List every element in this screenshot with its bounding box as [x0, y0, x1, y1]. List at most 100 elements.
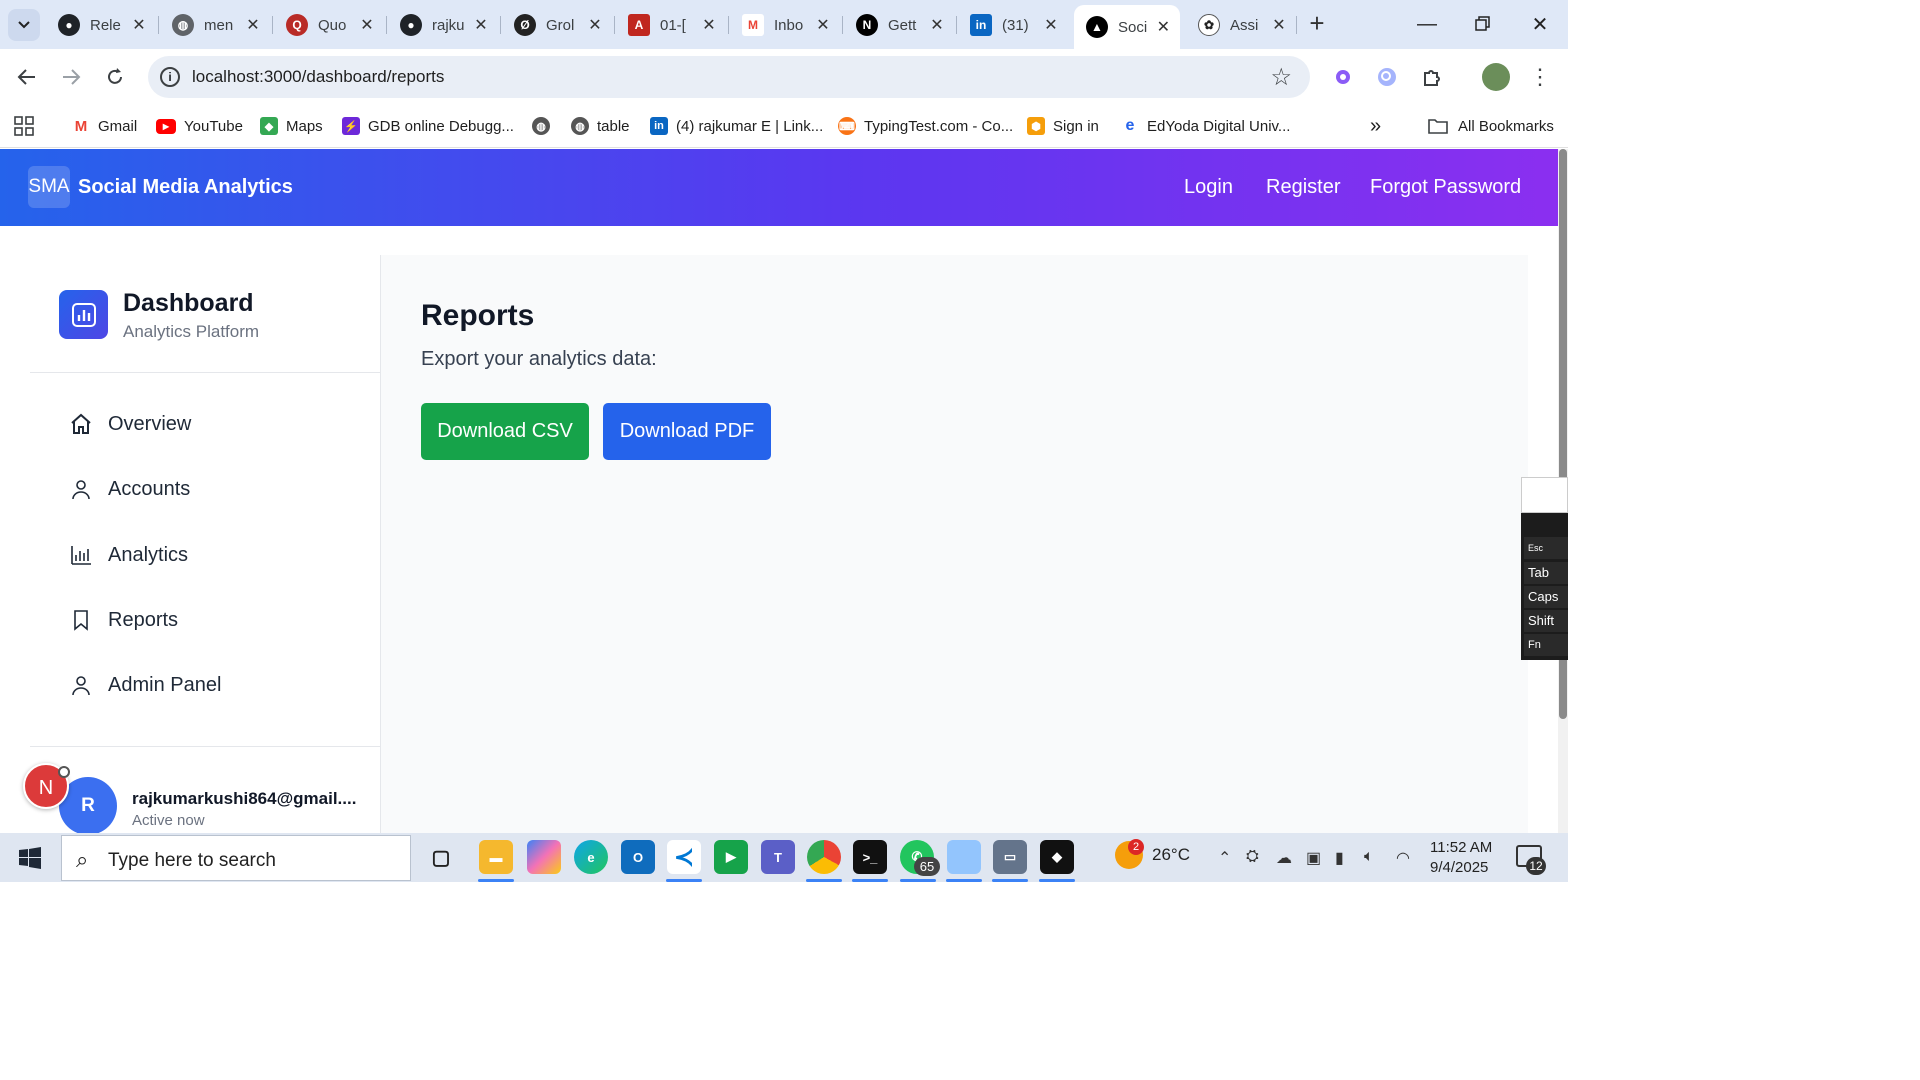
site-info-icon[interactable]: i: [160, 67, 180, 87]
browser-tab[interactable]: N Gett ✕: [844, 7, 954, 43]
browser-tab[interactable]: Q Quo ✕: [274, 7, 384, 43]
remote-desktop-icon[interactable]: ▭: [993, 840, 1027, 874]
browser-tab[interactable]: M Inbo ✕: [730, 7, 840, 43]
taskbar-search-box[interactable]: ⌕ Type here to search: [61, 835, 411, 881]
meet-now-icon[interactable]: ▣: [1306, 848, 1321, 868]
browser-tab[interactable]: A 01-[ ✕: [616, 7, 726, 43]
sidebar-item-accounts[interactable]: Accounts: [59, 465, 359, 513]
forward-button[interactable]: [55, 61, 87, 93]
keyboard-key-caps[interactable]: Caps: [1524, 586, 1568, 608]
vscode-icon[interactable]: ≺: [667, 840, 701, 874]
cloud-icon[interactable]: ☁: [1276, 848, 1292, 868]
reload-button[interactable]: [99, 61, 131, 93]
outlook-icon[interactable]: O: [621, 840, 655, 874]
bookmark-youtube[interactable]: ▶ YouTube: [156, 113, 243, 139]
reload-icon: [108, 68, 122, 84]
taskbar-clock[interactable]: 11:52 AM 9/4/2025: [1430, 838, 1492, 878]
brand-name[interactable]: Social Media Analytics: [78, 176, 293, 199]
sidebar-item-reports[interactable]: Reports: [59, 596, 359, 644]
bookmark-edyoda[interactable]: e EdYoda Digital Univ...: [1121, 113, 1290, 139]
nav-login-link[interactable]: Login: [1184, 176, 1233, 199]
browser-tab[interactable]: in (31) ✕: [958, 7, 1068, 43]
volume-icon[interactable]: 🔈︎: [1364, 848, 1374, 866]
weather-temperature[interactable]: 26°C: [1152, 845, 1190, 865]
close-tab-icon[interactable]: ✕: [1270, 16, 1288, 34]
browser-tab[interactable]: ◍ men ✕: [160, 7, 270, 43]
close-tab-icon[interactable]: ✕: [814, 16, 832, 34]
bookmark-icon: [67, 606, 95, 634]
terminal-icon[interactable]: >_: [853, 840, 887, 874]
copilot-icon[interactable]: [527, 840, 561, 874]
browser-tab[interactable]: ● Rele ✕: [46, 7, 156, 43]
sidebar-item-analytics[interactable]: Analytics: [59, 531, 359, 579]
bookmark-maps[interactable]: ◆ Maps: [260, 113, 323, 139]
sidebar-user-card[interactable]: R rajkumarkushi864@gmail.... Active now: [30, 746, 381, 833]
windows-start-button[interactable]: [10, 845, 50, 871]
keyboard-key-tab[interactable]: Tab: [1524, 562, 1568, 584]
close-tab-icon[interactable]: ✕: [1155, 18, 1172, 36]
close-tab-icon[interactable]: ✕: [700, 16, 718, 34]
browser-tab-active[interactable]: ▲ Soci ✕: [1074, 5, 1180, 49]
bookmark-gmail[interactable]: M Gmail: [72, 113, 137, 139]
more-bookmarks-icon[interactable]: »: [1370, 113, 1381, 139]
restore-button[interactable]: [1463, 8, 1503, 40]
bookmark-star-icon[interactable]: ☆: [1270, 63, 1292, 92]
meet-icon[interactable]: ▶: [714, 840, 748, 874]
close-tab-icon[interactable]: ✕: [1042, 16, 1060, 34]
apps-grid-icon[interactable]: [14, 113, 34, 139]
teams-icon[interactable]: T: [761, 840, 795, 874]
tab-search-button[interactable]: [8, 9, 40, 41]
extension-gear-icon[interactable]: [1329, 63, 1357, 91]
download-csv-button[interactable]: Download CSV: [421, 403, 589, 460]
aws-icon: ⬢: [1027, 117, 1045, 135]
back-button[interactable]: [11, 61, 43, 93]
gmail-icon: M: [742, 14, 764, 36]
wifi-icon[interactable]: ◠: [1396, 848, 1410, 868]
bookmark-globe[interactable]: ◍: [532, 113, 558, 139]
chrome-icon[interactable]: [807, 840, 841, 874]
battery-icon[interactable]: ▮: [1335, 848, 1344, 868]
bar-chart-icon: [67, 541, 95, 569]
minimize-button[interactable]: —: [1407, 8, 1447, 40]
keyboard-key-esc[interactable]: Esc: [1524, 537, 1568, 559]
close-window-button[interactable]: ✕: [1520, 8, 1560, 40]
close-tab-icon[interactable]: ✕: [928, 16, 946, 34]
app-icon[interactable]: [947, 840, 981, 874]
file-explorer-icon[interactable]: ▬: [479, 840, 513, 874]
keyboard-key-shift[interactable]: Shift: [1524, 610, 1568, 632]
bookmark-table[interactable]: ◍ table: [571, 113, 630, 139]
bookmark-sign-in[interactable]: ⬢ Sign in: [1027, 113, 1099, 139]
url-text[interactable]: localhost:3000/dashboard/reports: [192, 67, 444, 87]
all-bookmarks-folder[interactable]: All Bookmarks: [1428, 113, 1554, 139]
keyboard-title-bar[interactable]: [1521, 477, 1568, 513]
app-icon[interactable]: ◆: [1040, 840, 1074, 874]
close-tab-icon[interactable]: ✕: [358, 16, 376, 34]
download-pdf-button[interactable]: Download PDF: [603, 403, 771, 460]
close-tab-icon[interactable]: ✕: [244, 16, 262, 34]
network-share-icon[interactable]: ⛭: [1246, 848, 1259, 866]
browser-tab[interactable]: Ø Grol ✕: [502, 7, 612, 43]
new-tab-button[interactable]: +: [1302, 9, 1332, 39]
extensions-puzzle-icon[interactable]: [1418, 63, 1446, 91]
bookmark-linkedin[interactable]: in (4) rajkumar E | Link...: [650, 113, 823, 139]
sidebar-item-overview[interactable]: Overview: [59, 400, 359, 448]
bookmark-gdb[interactable]: ⚡ GDB online Debugg...: [342, 113, 514, 139]
browser-tab[interactable]: ✿ Assi ✕: [1186, 7, 1296, 43]
task-view-icon[interactable]: ▢: [424, 840, 458, 874]
close-tab-icon[interactable]: ✕: [130, 16, 148, 34]
chevron-up-icon[interactable]: ⌃: [1218, 848, 1231, 868]
close-tab-icon[interactable]: ✕: [586, 16, 604, 34]
extension-search-icon[interactable]: [1373, 63, 1401, 91]
keyboard-key-fn[interactable]: Fn: [1524, 634, 1568, 656]
address-bar[interactable]: i localhost:3000/dashboard/reports ☆: [148, 56, 1310, 98]
nav-register-link[interactable]: Register: [1266, 176, 1340, 199]
bookmark-typingtest[interactable]: ⌨ TypingTest.com - Co...: [838, 113, 1013, 139]
close-tab-icon[interactable]: ✕: [472, 16, 490, 34]
brand-logo[interactable]: SMA: [28, 166, 70, 208]
browser-tab[interactable]: ● rajku ✕: [388, 7, 498, 43]
browser-menu-icon[interactable]: ⋮: [1526, 63, 1554, 91]
profile-avatar[interactable]: [1482, 63, 1510, 91]
nav-forgot-password-link[interactable]: Forgot Password: [1370, 176, 1521, 199]
edge-icon[interactable]: e: [574, 840, 608, 874]
sidebar-item-admin-panel[interactable]: Admin Panel: [59, 661, 359, 709]
